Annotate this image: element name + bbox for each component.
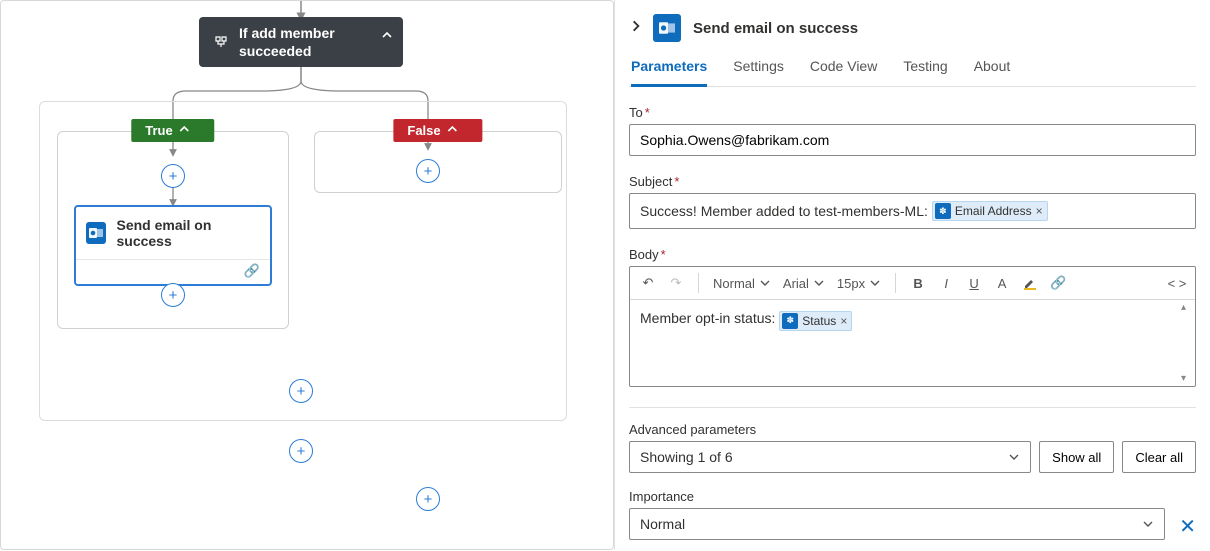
chevron-up-icon[interactable]: [381, 27, 393, 45]
tab-about[interactable]: About: [974, 58, 1011, 86]
font-dropdown[interactable]: Arial: [779, 274, 829, 293]
subject-label: Subject*: [629, 174, 1196, 189]
add-action-button[interactable]: +: [289, 439, 313, 463]
body-editor: ↶ ↷ Normal Arial 15px B I U A 🔗 < > Memb…: [629, 266, 1196, 387]
advanced-dropdown[interactable]: Showing 1 of 6: [629, 441, 1031, 473]
tab-testing[interactable]: Testing: [903, 58, 947, 86]
mailchimp-icon: ✽: [935, 203, 951, 219]
body-text: Member opt-in status:: [640, 310, 779, 326]
code-toggle-icon[interactable]: < >: [1165, 271, 1189, 295]
close-icon[interactable]: ×: [840, 314, 847, 328]
importance-label: Importance: [629, 489, 1196, 504]
link-icon[interactable]: 🔗: [244, 263, 260, 279]
mailchimp-icon: ✽: [782, 313, 798, 329]
italic-icon[interactable]: I: [934, 271, 958, 295]
outlook-icon: [86, 222, 106, 244]
subject-input[interactable]: Success! Member added to test-members-ML…: [629, 193, 1196, 229]
tab-parameters[interactable]: Parameters: [631, 58, 707, 87]
scrollbar[interactable]: ▴▾: [1181, 302, 1193, 384]
close-icon[interactable]: ×: [1036, 204, 1043, 218]
add-action-button[interactable]: +: [161, 283, 185, 307]
font-color-icon[interactable]: A: [990, 271, 1014, 295]
details-panel: Send email on success Parameters Setting…: [614, 0, 1210, 550]
advanced-label: Advanced parameters: [629, 422, 1196, 437]
panel-title: Send email on success: [693, 20, 858, 37]
action-card-send-email[interactable]: Send email on success 🔗: [74, 205, 272, 286]
to-input[interactable]: [629, 124, 1196, 156]
link-icon[interactable]: 🔗: [1046, 271, 1070, 295]
remove-parameter-button[interactable]: ✕: [1175, 510, 1196, 539]
add-action-button[interactable]: +: [416, 159, 440, 183]
bold-icon[interactable]: B: [906, 271, 930, 295]
subject-text: Success! Member added to test-members-ML…: [640, 203, 928, 219]
clear-all-button[interactable]: Clear all: [1122, 441, 1196, 473]
workflow-canvas[interactable]: If add member succeeded True + Send emai…: [0, 0, 614, 550]
style-dropdown[interactable]: Normal: [709, 274, 775, 293]
redo-icon[interactable]: ↷: [664, 271, 688, 295]
undo-icon[interactable]: ↶: [636, 271, 660, 295]
branch-false-label[interactable]: False: [393, 119, 482, 142]
editor-toolbar: ↶ ↷ Normal Arial 15px B I U A 🔗 < >: [630, 267, 1195, 300]
chevron-right-icon[interactable]: [629, 19, 649, 38]
branch-false-box: False: [314, 131, 562, 193]
size-dropdown[interactable]: 15px: [833, 274, 885, 293]
add-action-button[interactable]: +: [289, 379, 313, 403]
chevron-down-icon: [1008, 451, 1020, 463]
branch-true-label[interactable]: True: [131, 119, 214, 142]
body-label: Body*: [629, 247, 1196, 262]
highlight-icon[interactable]: [1018, 271, 1042, 295]
outlook-icon: [653, 14, 681, 42]
tab-bar: Parameters Settings Code View Testing Ab…: [629, 56, 1196, 87]
chevron-up-icon: [179, 123, 191, 138]
token-email-address[interactable]: ✽ Email Address ×: [932, 201, 1048, 221]
tab-settings[interactable]: Settings: [733, 58, 784, 86]
branch-icon: [213, 33, 229, 51]
add-action-button[interactable]: +: [416, 487, 440, 511]
importance-dropdown[interactable]: Normal: [629, 508, 1165, 540]
chevron-up-icon: [447, 123, 459, 138]
to-label: To*: [629, 105, 1196, 120]
tab-code-view[interactable]: Code View: [810, 58, 877, 86]
condition-card[interactable]: If add member succeeded: [199, 17, 403, 67]
show-all-button[interactable]: Show all: [1039, 441, 1114, 473]
action-title: Send email on success: [116, 217, 260, 249]
underline-icon[interactable]: U: [962, 271, 986, 295]
condition-title: If add member succeeded: [239, 24, 369, 60]
chevron-down-icon: [1142, 518, 1154, 530]
token-status[interactable]: ✽ Status ×: [779, 311, 852, 331]
add-action-button[interactable]: +: [161, 164, 185, 188]
body-textarea[interactable]: Member opt-in status: ✽ Status × ▴▾: [630, 300, 1195, 386]
